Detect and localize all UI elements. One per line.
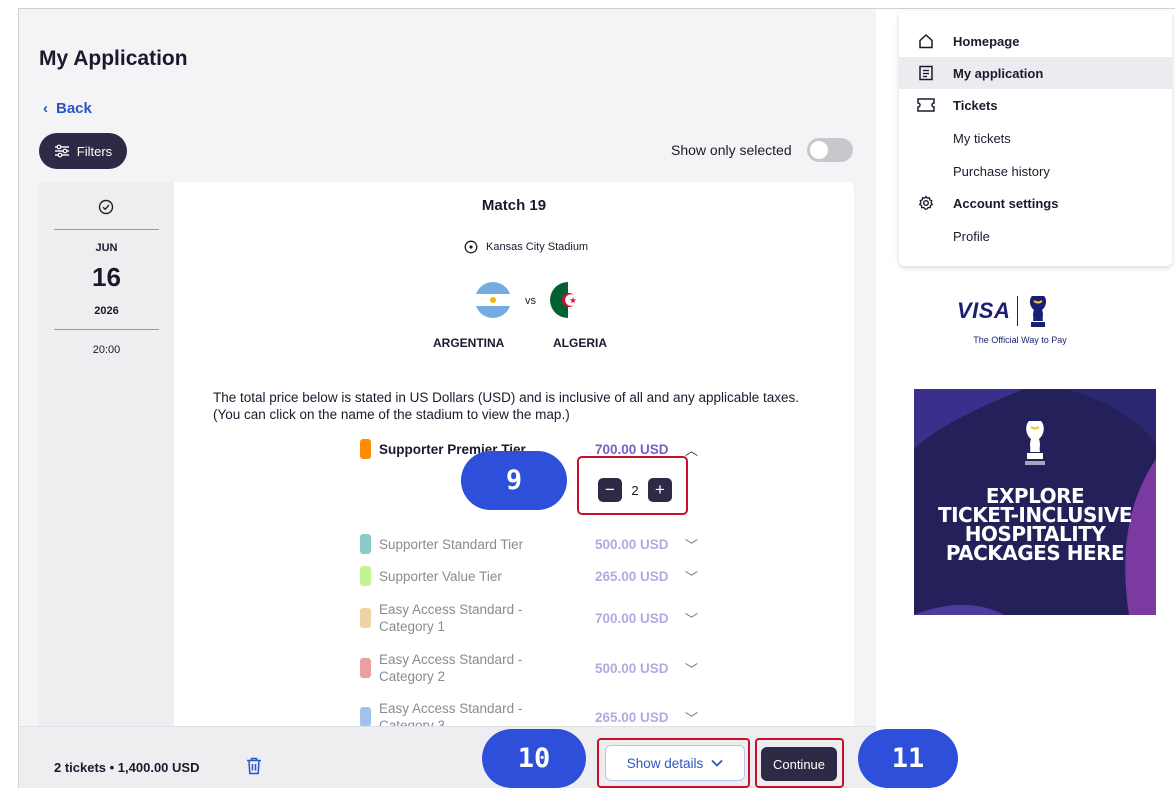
tier-price: 265.00 USD [595,709,669,725]
match-time: 20:00 [92,344,121,356]
chevron-down-icon[interactable]: ﹀ [685,708,698,727]
sidebar-item-my-application[interactable]: My application [899,57,1172,89]
callout-badge-9: 9 [461,451,567,510]
tier-row-supporter-value[interactable]: Supporter Value Tier 265.00 USD ﹀ [360,566,700,586]
tier-row-easy-access-cat1[interactable]: Easy Access Standard - Category 1 700.00… [360,598,700,638]
show-only-selected-toggle[interactable] [807,138,853,162]
vs-label: vs [525,295,536,307]
hospitality-ad-banner[interactable]: EXPLORE TICKET-INCLUSIVE HOSPITALITY PAC… [914,389,1156,615]
tier-price: 700.00 USD [595,441,669,457]
toggle-knob [810,141,828,159]
tier-color-swatch [360,534,371,554]
callout-badge-11: 11 [858,729,958,788]
stepper-highlight-box [577,456,688,515]
show-details-button[interactable]: Show details [605,745,745,781]
tier-name: Supporter Value Tier [379,568,502,584]
tier-color-swatch [360,439,371,459]
tier-color-swatch [360,608,371,628]
sidebar-item-label: Account settings [953,195,1059,211]
fifa-hospitality-logo-icon [1025,421,1045,465]
world-cup-trophy-icon [1030,296,1047,327]
tier-row-supporter-standard[interactable]: Supporter Standard Tier 500.00 USD ﹀ [360,534,700,554]
sidebar-item-label: My application [953,65,1044,81]
tier-name: Supporter Standard Tier [379,536,524,552]
sidebar-item-label: Profile [953,228,990,244]
ad-headline: EXPLORE TICKET-INCLUSIVE HOSPITALITY PAC… [914,486,1156,565]
chevron-down-icon[interactable]: ﹀ [685,567,698,586]
match-month: JUN [95,242,118,254]
back-label: Back [56,100,92,117]
back-link[interactable]: ‹ Back [43,100,92,117]
tier-name: Easy Access Standard - Category 2 [379,652,523,684]
main-panel: My Application ‹ Back Filters Show only … [19,9,876,788]
filters-label: Filters [76,143,113,159]
chevron-down-icon[interactable]: ﹀ [685,535,698,554]
sidebar-item-purchase-history[interactable]: Purchase history [899,155,1172,187]
argentina-flag-icon [475,282,511,318]
match-year: 2026 [94,305,119,317]
tier-color-swatch [360,566,371,586]
show-only-selected-label: Show only selected [671,142,792,158]
page-title: My Application [39,47,188,70]
tier-color-swatch [360,658,371,678]
ticket-icon [899,98,953,112]
tier-price: 700.00 USD [595,610,669,626]
chevron-down-icon[interactable]: ﹀ [685,609,698,628]
sliders-icon [54,144,69,158]
match-card: JUN 16 2026 20:00 Match 19 Kansas City S… [39,182,854,742]
visa-tagline: The Official Way to Pay [973,335,1067,345]
callout-badge-10: 10 [482,729,586,788]
date-divider [54,229,159,230]
date-column: JUN 16 2026 20:00 [39,182,174,742]
price-note-line: The total price below is stated in US Do… [213,390,800,405]
home-icon [899,33,953,49]
trash-icon[interactable] [246,757,262,775]
app-frame: My Application ‹ Back Filters Show only … [0,0,1175,788]
gear-icon [899,195,953,211]
sidebar-item-label: My tickets [953,130,1011,146]
sidebar-item-homepage[interactable]: Homepage [899,25,1172,57]
ad-line: PACKAGES HERE [945,541,1125,565]
price-note: The total price below is stated in US Do… [213,389,853,423]
tier-price: 265.00 USD [595,568,669,584]
location-pin-icon [464,240,478,254]
sidebar-item-label: Homepage [953,33,1020,49]
sidebar-nav: Homepage My application Tickets My ticke… [899,11,1172,266]
visa-wordmark: VISA [957,298,1011,323]
chevron-down-icon[interactable]: ﹀ [685,659,698,678]
chevron-down-icon [711,759,723,767]
tier-price: 500.00 USD [595,660,669,676]
filters-button[interactable]: Filters [39,133,127,169]
check-circle-icon [98,199,114,215]
tier-row-easy-access-cat2[interactable]: Easy Access Standard - Category 2 500.00… [360,648,700,688]
sidebar-item-profile[interactable]: Profile [899,220,1172,252]
stadium-link[interactable]: Kansas City Stadium [464,240,588,254]
tier-name: Easy Access Standard - Category 1 [379,602,523,634]
chevron-up-icon[interactable]: ︿ [685,440,698,459]
chevron-left-icon: ‹ [43,100,48,117]
sidebar-item-label: Purchase history [953,163,1050,179]
tier-color-swatch [360,707,371,727]
match-day: 16 [92,262,121,292]
logo-divider [1017,296,1019,326]
algeria-flag-icon [550,282,586,318]
show-details-label: Show details [626,755,704,771]
continue-button[interactable]: Continue [761,747,837,781]
sidebar-item-my-tickets[interactable]: My tickets [899,122,1172,154]
sidebar-item-account-settings[interactable]: Account settings [899,187,1172,219]
document-icon [899,65,953,81]
sidebar-item-label: Tickets [953,97,998,113]
sidebar-item-tickets[interactable]: Tickets [899,89,1172,121]
date-divider [54,329,159,330]
team-a-name: ARGENTINA [433,336,505,350]
stadium-name: Kansas City Stadium [486,241,589,253]
match-title: Match 19 [481,197,547,214]
ticket-summary: 2 tickets • 1,400.00 USD [54,760,200,775]
visa-sponsor-logo: VISA [957,294,1051,328]
tier-price: 500.00 USD [595,536,669,552]
team-b-name: ALGERIA [553,336,607,350]
price-note-line: (You can click on the name of the stadiu… [213,407,570,422]
